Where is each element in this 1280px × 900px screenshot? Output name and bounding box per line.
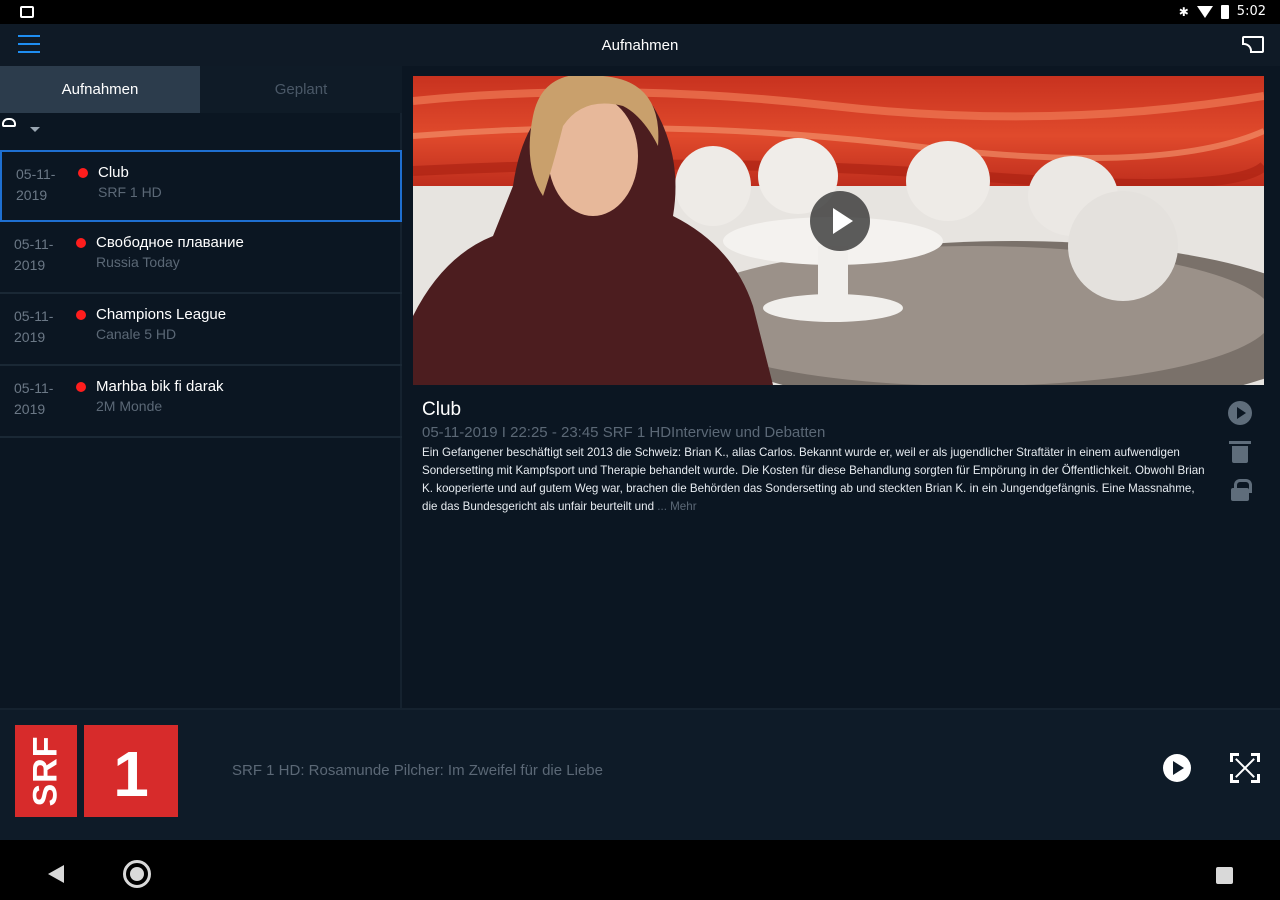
- play-icon[interactable]: [1228, 401, 1252, 425]
- recording-channel: Russia Today: [96, 254, 180, 270]
- recording-detail: Club 05-11-2019 I 22:25 - 23:45 SRF 1 HD…: [404, 66, 1276, 708]
- list-item[interactable]: 05-11- 2019 Club SRF 1 HD: [0, 150, 402, 222]
- recording-dot-icon: [76, 382, 86, 392]
- recording-channel: Canale 5 HD: [96, 326, 177, 342]
- list-item[interactable]: 05-11- 2019 Свободное плавание Russia Tod…: [0, 222, 402, 294]
- recording-title: Champions League: [96, 306, 227, 323]
- detail-actions: [1228, 401, 1252, 501]
- back-icon[interactable]: [48, 865, 64, 883]
- chevron-down-icon[interactable]: [30, 127, 40, 132]
- recording-dot-icon: [76, 310, 86, 320]
- status-time: 5:02: [1236, 4, 1266, 19]
- tab-geplant[interactable]: Geplant: [200, 66, 402, 113]
- trash-icon[interactable]: [1229, 441, 1251, 463]
- cast-icon[interactable]: [1242, 36, 1264, 53]
- recording-channel: SRF 1 HD: [98, 184, 162, 200]
- program-meta: 05-11-2019 I 22:25 - 23:45 SRF 1 HDInter…: [422, 424, 826, 441]
- recording-date: 05-11- 2019: [16, 166, 56, 203]
- recording-dot-icon: [76, 238, 86, 248]
- app-bar: Aufnahmen: [0, 24, 1280, 66]
- srf-logo: SRF: [15, 725, 77, 817]
- recording-title: Club: [98, 164, 129, 181]
- tab-aufnahmen[interactable]: Aufnahmen: [0, 66, 200, 113]
- play-button[interactable]: [1163, 754, 1191, 782]
- bluetooth-icon: ✱: [1178, 4, 1189, 19]
- program-title: Club: [422, 399, 462, 420]
- wifi-icon: [1196, 5, 1213, 18]
- recordings-panel: Aufnahmen Geplant 05-11- 2019 Club SRF 1 …: [0, 66, 402, 708]
- system-nav-bar: [0, 845, 1280, 900]
- home-icon[interactable]: [123, 860, 151, 888]
- now-playing-text: SRF 1 HD: Rosamunde Pilcher: Im Zweifel …: [232, 762, 603, 779]
- fullscreen-icon[interactable]: [1230, 753, 1260, 783]
- notification-icon: [20, 6, 34, 18]
- recordings-list: 05-11- 2019 Club SRF 1 HD 05-11- 2019 Своб…: [0, 150, 402, 438]
- tab-bar: Aufnahmen Geplant: [0, 66, 402, 113]
- recording-date: 05-11- 2019: [14, 308, 54, 345]
- cloud-icon: [2, 118, 16, 127]
- more-link[interactable]: ... Mehr: [654, 500, 696, 513]
- main-content: Aufnahmen Geplant 05-11- 2019 Club SRF 1 …: [0, 66, 1280, 708]
- channel-number-logo: 1: [84, 725, 178, 817]
- program-description: Ein Gefangener beschäftigt seit 2013 die…: [422, 444, 1212, 516]
- lock-icon[interactable]: [1231, 479, 1252, 501]
- status-icons: ✱ 5:02: [1179, 4, 1266, 19]
- page-title: Aufnahmen: [601, 37, 679, 54]
- recording-title: Свободное плавание: [96, 234, 244, 251]
- recording-date: 05-11- 2019: [14, 236, 54, 273]
- recording-date: 05-11- 2019: [14, 380, 54, 417]
- list-item[interactable]: 05-11- 2019 Marhba bik fi darak 2M Monde: [0, 366, 402, 438]
- battery-icon: [1220, 4, 1229, 19]
- description-text: Ein Gefangener beschäftigt seit 2013 die…: [422, 446, 1205, 513]
- recording-dot-icon: [78, 168, 88, 178]
- program-thumbnail: [413, 76, 1264, 385]
- list-item[interactable]: 05-11- 2019 Champions League Canale 5 HD: [0, 294, 402, 366]
- recording-title: Marhba bik fi darak: [96, 378, 224, 395]
- mini-player: SRF 1 SRF 1 HD: Rosamunde Pilcher: Im Zw…: [0, 708, 1280, 840]
- play-overlay-button[interactable]: [810, 191, 870, 251]
- recent-apps-icon[interactable]: [1216, 867, 1233, 884]
- recording-channel: 2M Monde: [96, 398, 163, 414]
- status-bar: ✱ 5:02: [0, 0, 1280, 24]
- storage-filter[interactable]: [0, 113, 402, 138]
